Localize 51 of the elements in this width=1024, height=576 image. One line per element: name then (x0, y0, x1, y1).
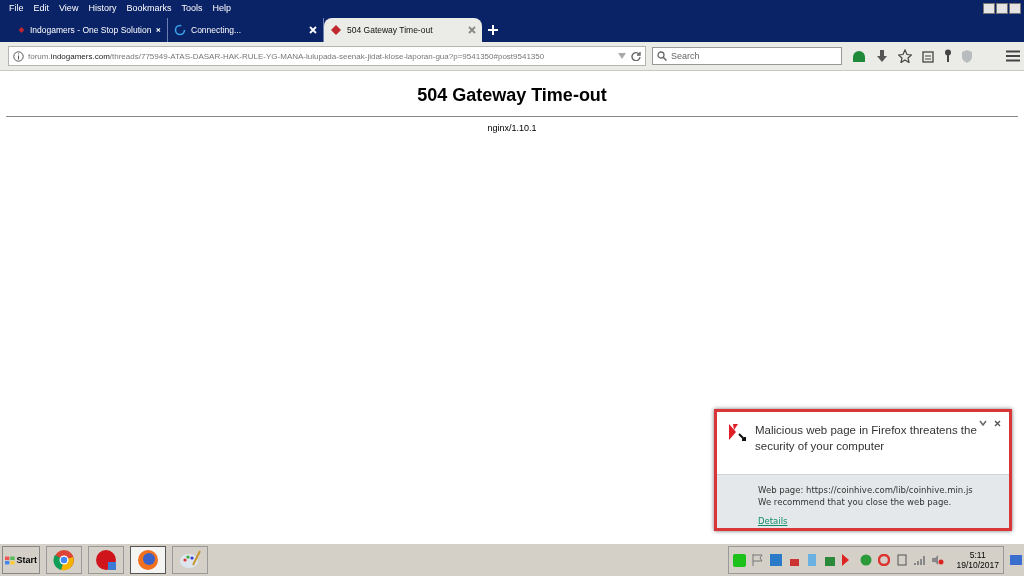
dropdown-icon[interactable] (617, 52, 627, 60)
search-icon (657, 51, 667, 61)
search-field[interactable]: Search (652, 47, 842, 65)
taskbar-app[interactable] (88, 546, 124, 574)
firefox-icon (137, 549, 159, 571)
start-button[interactable]: Start (2, 546, 40, 574)
spinner-icon (174, 24, 186, 36)
windows-icon (5, 554, 16, 566)
clipboard-icon[interactable] (922, 49, 934, 63)
close-button[interactable] (1009, 2, 1021, 14)
menu-item[interactable]: File (4, 3, 29, 13)
dome-icon[interactable] (852, 50, 866, 62)
restore-button[interactable] (996, 2, 1008, 14)
close-icon[interactable] (994, 420, 1001, 427)
menu-item[interactable]: View (54, 3, 84, 13)
chrome-icon (53, 549, 75, 571)
taskbar-app[interactable] (130, 546, 166, 574)
menu-item[interactable]: Bookmarks (121, 3, 177, 13)
url-text: forum.indogamers.com/threads/775949-ATAS-DASAR-HAK-RULE-YG-MANA-lulupada-seenak-jidat-klose-laporan-gua?p=9541350#post9541350 (28, 51, 546, 61)
info-icon (13, 50, 24, 62)
menu-item[interactable]: Help (207, 3, 236, 13)
warning-logo-icon (727, 422, 747, 442)
browser-tab[interactable]: 504 Gateway Time-out (324, 18, 482, 42)
globe-badge-icon (95, 549, 117, 571)
minimize-button[interactable] (983, 2, 995, 14)
taskbar-app[interactable] (46, 546, 82, 574)
error-heading: 504 Gateway Time-out (417, 85, 607, 106)
menu-icon[interactable] (1006, 50, 1020, 62)
download-icon[interactable] (876, 49, 888, 63)
address-field[interactable]: forum.indogamers.com/threads/775949-ATAS-DASAR-HAK-RULE-YG-MANA-lulupada-seenak-jidat-klose-laporan-gua?p=9541350#post9541350 (8, 46, 646, 66)
key-icon[interactable] (944, 49, 952, 63)
new-tab-icon[interactable] (488, 24, 498, 35)
signal-icon[interactable] (914, 554, 927, 566)
palette-icon (179, 549, 201, 571)
tab-title: Connecting... (191, 25, 243, 35)
tab-title: 504 Gateway Time-out (347, 25, 434, 35)
menu-item[interactable]: History (83, 3, 122, 13)
flag-icon[interactable] (752, 554, 765, 566)
alert-text: Web page: https://coinhive.com/lib/coinhive.min.js (758, 485, 974, 496)
reload-icon[interactable] (631, 51, 641, 61)
chevron-down-icon[interactable] (979, 420, 987, 426)
menu-item[interactable]: Tools (176, 3, 208, 13)
menu-item[interactable]: Edit (28, 3, 55, 13)
clock-date: 19/10/2017 (956, 560, 999, 570)
alert-title: Malicious web page in Firefox threatens the security of your computer (755, 423, 977, 454)
tab-title: Indogamers - One Stop Solution (29, 25, 152, 35)
server-version: nginx/1.10.1 (487, 123, 537, 133)
alert-text: We recommend that you close the web page. (758, 497, 953, 508)
muted-speaker-icon[interactable] (932, 554, 945, 566)
clock-time: 5:11 (969, 550, 986, 560)
star-icon[interactable] (898, 49, 912, 63)
